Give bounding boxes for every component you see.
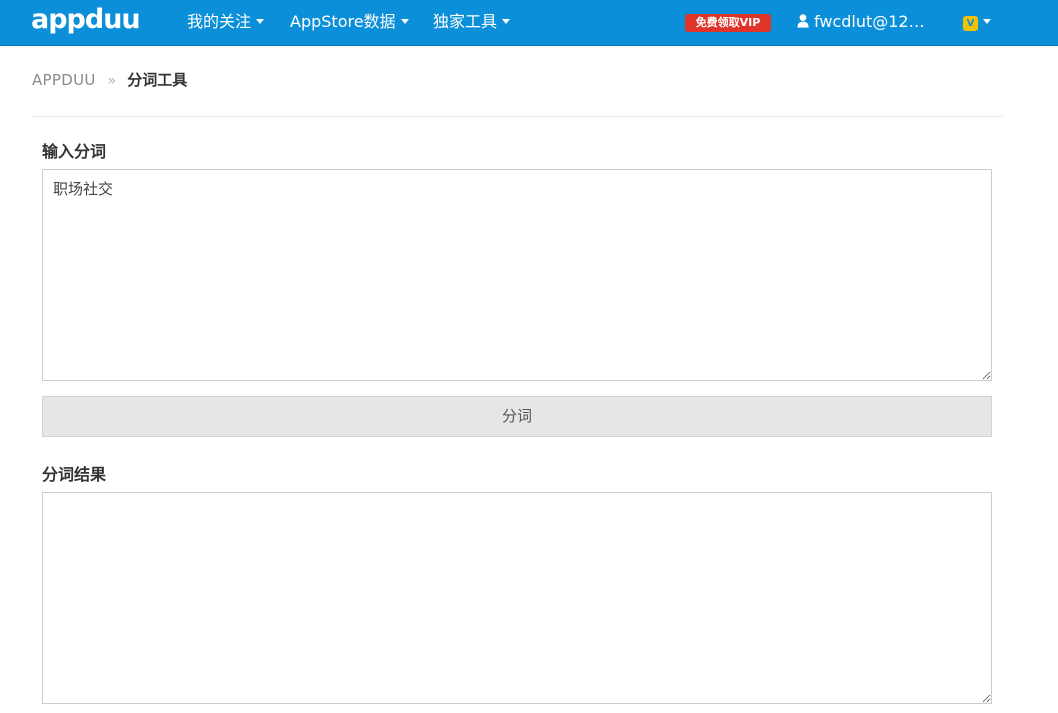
breadcrumb-current: 分词工具 (127, 71, 188, 89)
breadcrumb-separator: » (107, 73, 117, 89)
segmentation-input[interactable]: 职场社交 (42, 169, 992, 381)
chevron-down-icon (983, 19, 991, 24)
free-vip-badge[interactable]: 免费领取VIP (685, 14, 771, 32)
nav-exclusive-tools[interactable]: 独家工具 (433, 0, 511, 44)
breadcrumb-home[interactable]: APPDUU (32, 71, 96, 89)
user-icon (797, 14, 809, 28)
breadcrumb: APPDUU » 分词工具 (32, 70, 187, 92)
appduu-logo[interactable]: appduu (31, 6, 159, 36)
chevron-down-icon (256, 19, 265, 24)
segment-button[interactable]: 分词 (42, 396, 992, 437)
input-label: 输入分词 (42, 142, 107, 161)
vip-dropdown[interactable]: V (963, 0, 991, 44)
user-email: fwcdlut@126.com (814, 12, 932, 31)
top-navbar: appduu 我的关注 AppStore数据 独家工具 免费领取VIP fwcd… (0, 0, 1058, 46)
nav-appstore-data-label: AppStore数据 (290, 12, 396, 31)
nav-my-follows[interactable]: 我的关注 (187, 0, 265, 44)
svg-text:appduu: appduu (31, 6, 140, 35)
segmentation-result[interactable] (42, 492, 992, 704)
nav-my-follows-label: 我的关注 (187, 12, 252, 31)
vip-icon: V (963, 16, 978, 31)
divider (32, 116, 1002, 117)
chevron-down-icon (400, 19, 409, 24)
user-menu[interactable]: fwcdlut@126.com (797, 0, 937, 44)
nav-exclusive-tools-label: 独家工具 (433, 12, 498, 31)
result-label: 分词结果 (42, 465, 107, 484)
nav-appstore-data[interactable]: AppStore数据 (290, 0, 409, 44)
chevron-down-icon (502, 19, 511, 24)
